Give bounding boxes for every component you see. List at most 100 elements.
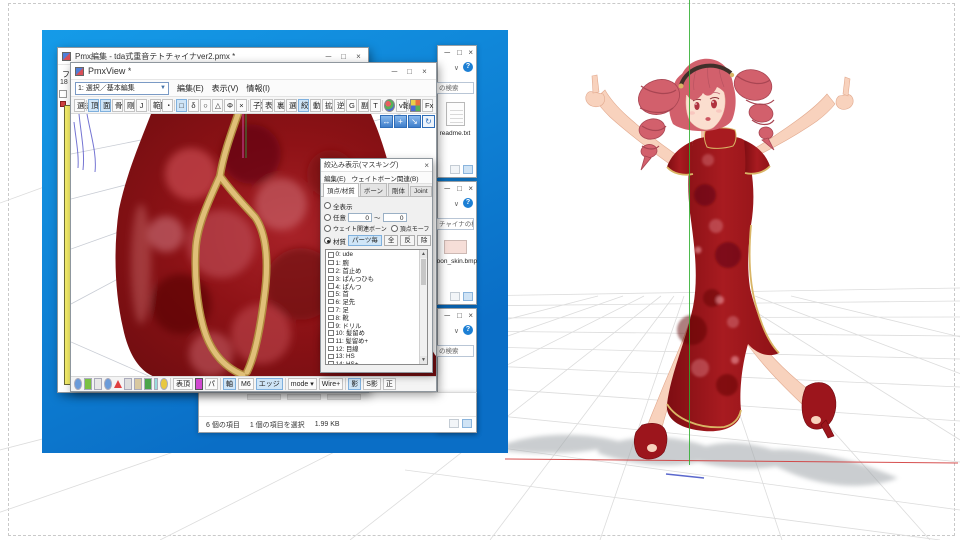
checkbox[interactable] (328, 267, 334, 274)
remove-button[interactable]: 除 (416, 235, 432, 246)
minimize-icon[interactable]: ─ (321, 52, 336, 61)
edit-mode-select[interactable]: 1: 選択／基本編集 ▼ (75, 81, 169, 95)
menu-info[interactable]: 情報(I) (246, 83, 270, 94)
tool-button[interactable]: 面 (100, 98, 111, 112)
display-toggle-button[interactable]: エッジ (255, 378, 283, 390)
checkbox[interactable] (328, 353, 334, 359)
tool-button[interactable]: 剛 (124, 98, 135, 112)
checkbox[interactable] (328, 252, 334, 258)
tool-button[interactable]: 頂 (88, 98, 99, 112)
details-view-icon[interactable] (449, 419, 459, 428)
checkbox[interactable] (328, 314, 334, 321)
radio-show-all[interactable] (324, 202, 331, 209)
material-list[interactable]: 0: ude 1: 腕 2: 首止め 3: ぱんつひも 4: ぱんつ 5: 首 … (325, 249, 428, 365)
display-toggle-button[interactable]: パ (205, 378, 218, 390)
close-icon[interactable]: × (468, 48, 473, 58)
display-toggle-button[interactable] (154, 378, 158, 390)
display-toggle-button[interactable] (104, 378, 112, 390)
display-toggle-button[interactable] (84, 378, 92, 390)
tool-button[interactable]: 選 (286, 98, 297, 112)
dialog-tab[interactable]: Joint (410, 186, 432, 196)
range-from-input[interactable]: 0 (348, 212, 372, 222)
search-input[interactable]: の検索 (436, 82, 474, 94)
dialog-tab[interactable]: 頂点/材質 (323, 183, 359, 197)
display-toggle-button[interactable]: Wire+ (318, 378, 344, 390)
dialog-tab[interactable]: 剛体 (388, 183, 409, 196)
ribbon-chevron-icon[interactable]: ∨ (454, 327, 459, 335)
maximize-icon[interactable]: □ (336, 52, 351, 61)
view-nav-button[interactable]: ↘ (408, 115, 421, 128)
help-icon[interactable]: ? (463, 325, 473, 335)
display-toggle-button[interactable]: 正 (382, 378, 396, 390)
tool-button[interactable]: △ (212, 98, 223, 112)
display-toggle-button[interactable] (220, 378, 221, 390)
checkbox[interactable] (328, 330, 334, 336)
masking-dialog[interactable]: 絞込み表示(マスキング) × 編集(E) ウェイトボーン関連(B) 頂点/材質ボ… (320, 158, 433, 373)
tool-button[interactable] (148, 99, 149, 111)
display-toggle-button[interactable] (160, 378, 168, 390)
display-toggle-button[interactable]: 軸 (223, 378, 236, 390)
view-nav-button[interactable]: ↻ (422, 115, 435, 128)
display-toggle-button[interactable]: S影 (363, 378, 381, 390)
search-input[interactable]: の検索 (436, 345, 474, 357)
close-icon[interactable]: × (417, 67, 432, 76)
radio-vertex-morph[interactable] (390, 225, 398, 232)
menu-edit[interactable]: 編集(E) (177, 83, 204, 94)
tool-button[interactable] (382, 99, 383, 111)
tool-button[interactable]: 選択 (74, 98, 92, 112)
help-icon[interactable]: ? (463, 62, 473, 72)
display-toggle-button[interactable]: 影 (348, 378, 362, 390)
tool-button[interactable]: 骨 (112, 98, 123, 112)
tool-button[interactable]: 表 (262, 98, 273, 112)
close-icon[interactable]: × (468, 311, 473, 321)
tool-button[interactable] (174, 99, 175, 111)
display-toggle-button[interactable] (195, 378, 203, 390)
tool-button[interactable] (408, 99, 409, 111)
dialog-menu-edit[interactable]: 編集(E) (324, 173, 346, 183)
material-list-item[interactable]: 12: 目線 (326, 345, 427, 353)
checkbox[interactable] (328, 298, 334, 305)
tool-button[interactable]: 副 (358, 98, 369, 112)
help-icon[interactable]: ? (463, 198, 473, 208)
tool-button[interactable]: 絞 (298, 98, 309, 112)
tool-button[interactable]: ・ (162, 98, 173, 112)
material-list-item[interactable]: 14: HS+ (326, 360, 427, 364)
image-file-icon[interactable] (444, 240, 467, 254)
tool-button[interactable]: 裏 (274, 98, 285, 112)
minimize-icon[interactable]: ─ (444, 184, 450, 194)
material-list-item[interactable]: 13: HS (326, 352, 427, 360)
tool-button[interactable]: 動 (310, 98, 321, 112)
maximize-icon[interactable]: □ (457, 48, 462, 58)
tool-button[interactable] (410, 98, 421, 112)
display-toggle-button[interactable] (170, 378, 171, 390)
range-to-input[interactable]: 0 (382, 212, 407, 222)
details-view-icon[interactable] (450, 165, 460, 174)
display-toggle-button[interactable]: M6 (238, 378, 254, 390)
list-scrollbar[interactable]: ▲ ▼ (419, 250, 427, 364)
checkbox[interactable] (328, 361, 334, 364)
view-nav-button[interactable]: + (394, 115, 407, 128)
tool-button[interactable] (384, 98, 395, 112)
file-label[interactable]: toon_skin.bmp (434, 258, 478, 265)
maximize-icon[interactable]: □ (402, 67, 417, 76)
side-button[interactable] (59, 90, 67, 98)
scroll-thumb[interactable] (421, 259, 426, 285)
tool-button[interactable]: 範囲 (150, 98, 168, 112)
scroll-up-icon[interactable]: ▲ (420, 250, 427, 258)
thumbnail-view-icon[interactable] (463, 165, 473, 174)
checkbox[interactable] (328, 259, 334, 266)
display-toggle-button[interactable]: 表頂 (173, 378, 193, 390)
display-toggle-button[interactable] (114, 380, 122, 388)
tool-button[interactable]: 子窓 (250, 98, 268, 112)
per-parts-button[interactable]: パーツ毎 (348, 235, 382, 246)
minimize-icon[interactable]: ─ (444, 48, 450, 58)
explorer-window-1[interactable]: ─ □ × ∨ ? の検索 readme.txt (436, 45, 477, 178)
tool-button[interactable]: × (236, 98, 247, 112)
details-view-icon[interactable] (450, 292, 460, 301)
display-toggle-button[interactable] (284, 378, 286, 390)
tool-button[interactable]: v軸 (396, 98, 410, 112)
tool-button[interactable]: Φ (224, 98, 235, 112)
tool-button[interactable]: δ (188, 98, 199, 112)
close-icon[interactable]: × (351, 52, 366, 61)
text-file-icon[interactable] (446, 102, 465, 126)
